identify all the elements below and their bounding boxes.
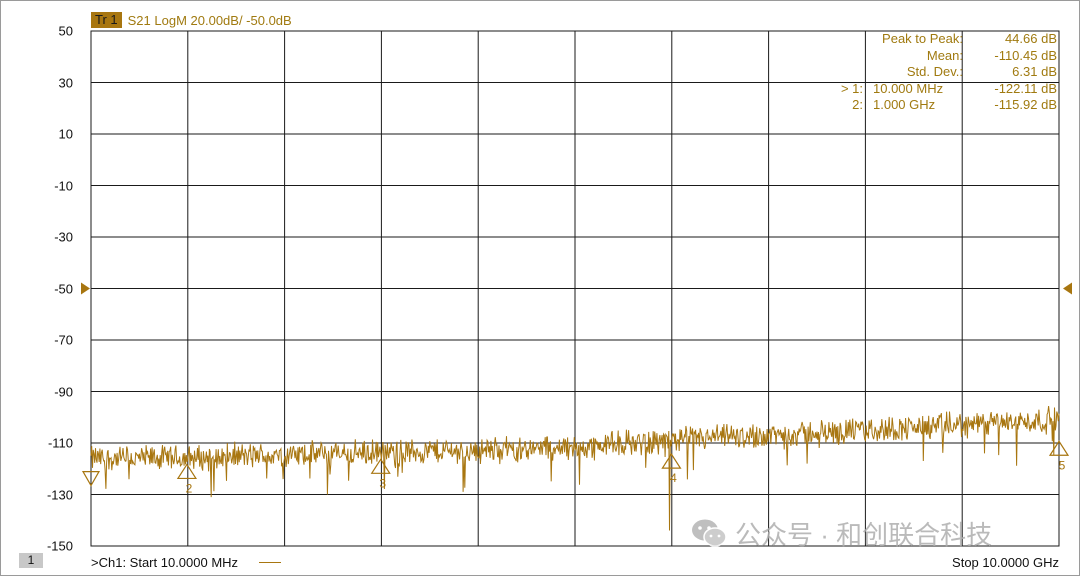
status-bar: 1 >Ch1: Start 10.0000 MHz Stop 10.0000 G… [1,551,1079,573]
marker-x: 10.000 MHz [873,80,944,96]
reference-level-arrow-left [81,282,90,295]
stat-value: 6.31 dB [1012,64,1057,79]
stat-peak-to-peak: Peak to Peak: 44.66 dB [823,31,1057,48]
statistics-panel: Peak to Peak: 44.66 dB Mean: -110.45 dB … [823,31,1057,114]
marker-y: -122.11 dB [994,80,1057,96]
marker-label: 5 [1059,458,1066,472]
marker-label: 4 [670,471,677,485]
analyzer-display: Tr 1 S21 LogM 20.00dB/ -50.0dB 50 30 10 -10… [0,0,1080,576]
start-frequency[interactable]: >Ch1: Start 10.0000 MHz [91,555,238,570]
marker-readout-2[interactable]: 2: 1.000 GHz -115.92 dB [823,97,1057,114]
stat-mean: Mean: -110.45 dB [823,48,1057,65]
marker-label: 3 [379,476,386,490]
marker-id: 2: [852,97,863,112]
stat-label: Peak to Peak: [882,31,963,46]
watermark-text: 公众号 · 和创联合科技 [735,519,993,550]
channel-indicator[interactable]: 1 [19,553,43,568]
marker-3[interactable]: 3 [370,458,391,490]
reference-level-arrow-right [1063,282,1072,295]
stat-label: Std. Dev.: [906,64,963,79]
stat-std-dev: Std. Dev.: 6.31 dB [823,64,1057,81]
stop-frequency[interactable]: Stop 10.0000 GHz [952,555,1059,570]
stat-label: Mean: [926,47,963,63]
marker-label: 2 [186,481,193,495]
stat-value: -110.45 dB [994,47,1057,63]
watermark: 公众号 · 和创联合科技 [691,516,992,550]
marker-readout-1[interactable]: > 1: 10.000 MHz -122.11 dB [823,81,1057,98]
wechat-icon [692,519,727,547]
stat-value: 44.66 dB [1004,31,1057,46]
marker-x: 1.000 GHz [873,97,936,112]
trace-legend-line [259,562,281,563]
marker-2[interactable]: 2 [176,463,198,495]
marker-y: -115.92 dB [994,97,1057,112]
marker-id: > 1: [840,80,863,96]
marker-triangle [370,458,391,474]
